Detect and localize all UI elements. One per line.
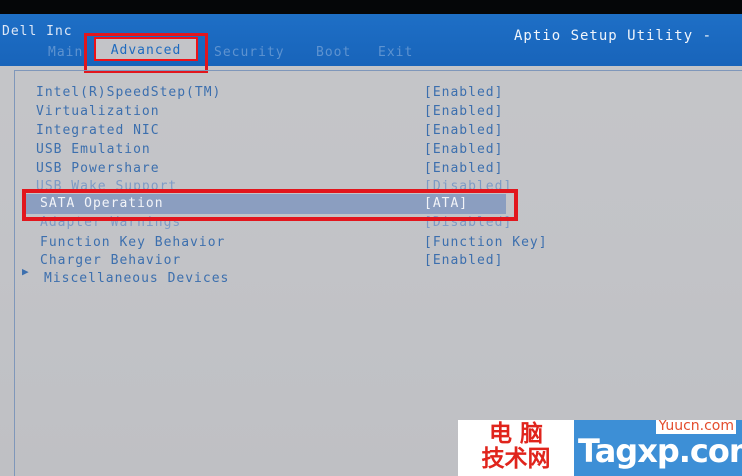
tab-security[interactable]: Security [214, 45, 285, 60]
setting-row-charger-behavior[interactable]: Charger Behavior [Enabled] [0, 253, 742, 271]
bios-screen: Dell Inc Aptio Setup Utility - Main Secu… [0, 0, 742, 476]
watermark-chinese: 电 脑 技术网 [458, 422, 574, 472]
setting-value[interactable]: [Enabled] [424, 85, 503, 100]
sata-operation-highlight-box [22, 189, 518, 221]
setting-label: USB Emulation [36, 142, 151, 157]
setting-label: USB Powershare [36, 161, 160, 176]
utility-title: Aptio Setup Utility - [514, 28, 713, 44]
setting-label: Intel(R)SpeedStep(TM) [36, 85, 222, 100]
setting-value[interactable]: [Enabled] [424, 142, 503, 157]
setting-row-usb-powershare[interactable]: USB Powershare [Enabled] [0, 161, 742, 179]
setting-value[interactable]: [Enabled] [424, 253, 503, 268]
submenu-miscellaneous-devices[interactable]: Miscellaneous Devices [0, 271, 742, 289]
setting-row-function-key-behavior[interactable]: Function Key Behavior [Function Key] [0, 235, 742, 253]
setting-value[interactable]: [Enabled] [424, 104, 503, 119]
watermark-chinese-line1: 电 脑 [488, 421, 543, 447]
tab-main[interactable]: Main [48, 45, 83, 60]
watermark-site-block: Yuucn.com Tagxp.com [574, 420, 742, 476]
setting-value[interactable]: [Function Key] [424, 235, 548, 250]
setting-label: Virtualization [36, 104, 160, 119]
tab-exit[interactable]: Exit [378, 45, 413, 60]
watermark-chinese-line2: 技术网 [481, 446, 551, 472]
setting-label: Charger Behavior [40, 253, 182, 268]
watermark-site-large: Tagxp.com [578, 432, 742, 470]
tab-boot[interactable]: Boot [316, 45, 351, 60]
setting-value[interactable]: [Enabled] [424, 161, 503, 176]
vendor-name: Dell Inc [2, 24, 73, 39]
watermark: 电 脑 技术网 Yuucn.com Tagxp.com [458, 420, 742, 476]
monitor-bezel [0, 0, 742, 14]
setting-label: Function Key Behavior [40, 235, 226, 250]
setting-value[interactable]: [Enabled] [424, 123, 503, 138]
advanced-tab-highlight-box [84, 33, 208, 73]
setting-row-usb-emulation[interactable]: USB Emulation [Enabled] [0, 142, 742, 160]
setting-row-integrated-nic[interactable]: Integrated NIC [Enabled] [0, 123, 742, 141]
setting-label: Integrated NIC [36, 123, 160, 138]
submenu-label: Miscellaneous Devices [44, 271, 230, 286]
setting-row-speedstep[interactable]: Intel(R)SpeedStep(TM) [Enabled] [0, 85, 742, 103]
setting-row-virtualization[interactable]: Virtualization [Enabled] [0, 104, 742, 122]
